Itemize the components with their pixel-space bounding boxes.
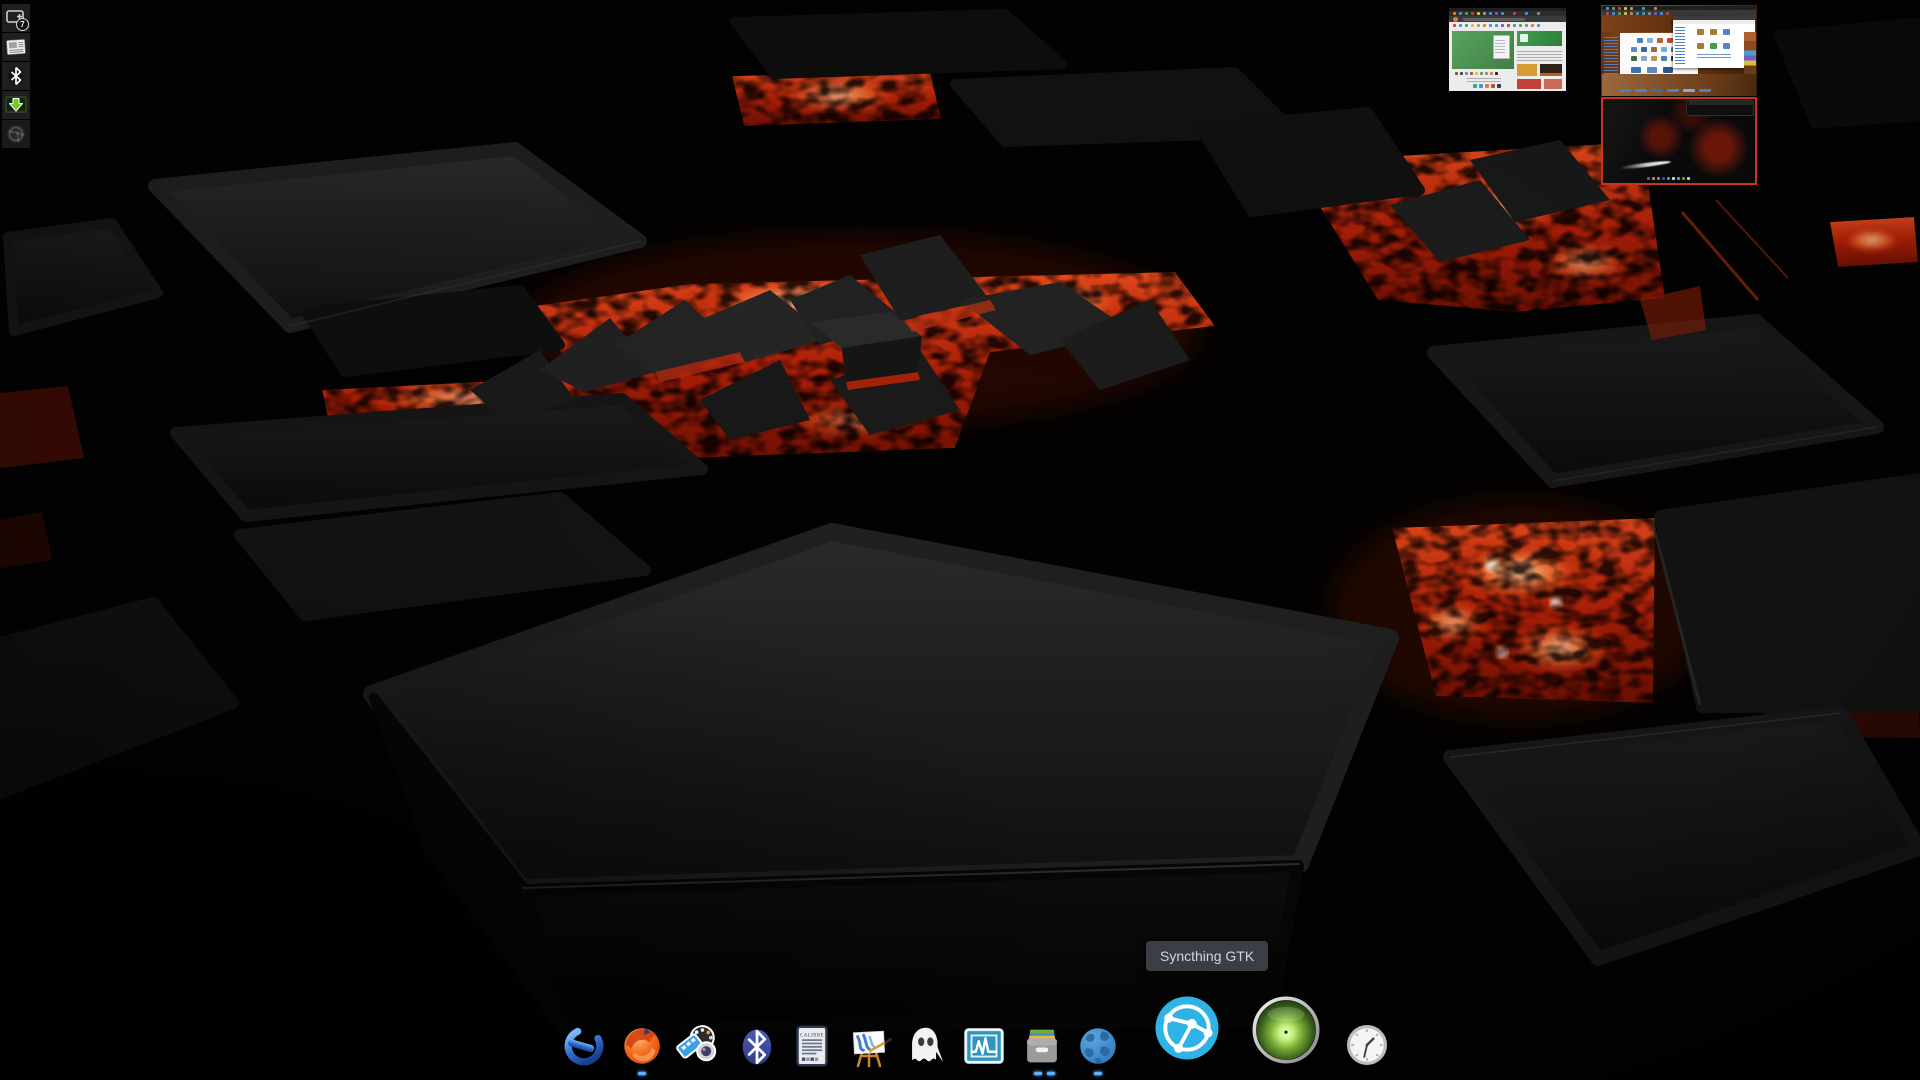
mini-tab-favicons xyxy=(1453,12,1456,15)
mini-url-pill xyxy=(1463,18,1525,21)
syncthing-dim-icon xyxy=(7,125,25,143)
waveform-monitor-icon xyxy=(964,1028,1004,1064)
ebook-reader-icon: CALIBRE xyxy=(796,1025,828,1067)
bluetooth-icon xyxy=(742,1029,772,1065)
mini2-gallery-row-2 xyxy=(1631,47,1637,52)
green-download-arrow-icon xyxy=(5,96,27,113)
mini2-gallery-row-1 xyxy=(1637,38,1643,43)
mini2-fm-toolbar xyxy=(1673,20,1755,24)
workspace-thumbnail-2[interactable] xyxy=(1601,5,1757,96)
dock-item-web-browser[interactable] xyxy=(1074,1022,1122,1070)
running-indicator-web-browser xyxy=(1094,1072,1102,1075)
mini2-fm-folders-1 xyxy=(1697,29,1704,35)
dock-item-calibre-viewer[interactable]: CALIBRE xyxy=(788,1022,836,1070)
newspaper-icon xyxy=(6,39,26,55)
mini2-fm-folders-2 xyxy=(1697,43,1704,49)
mini-pink-block xyxy=(1544,79,1562,89)
dock-item-firefox[interactable] xyxy=(618,1022,666,1070)
mini-menu-lines xyxy=(1495,38,1505,53)
mini2-right-strip xyxy=(1744,32,1756,74)
mini-app-icon-row xyxy=(1455,72,1458,75)
dock-tooltip: Syncthing GTK xyxy=(1146,941,1269,971)
dock-item-clock[interactable] xyxy=(1344,1022,1390,1068)
dock-item-ghostwriter[interactable] xyxy=(902,1022,950,1070)
mini-share-buttons xyxy=(1473,84,1477,88)
mini-caption-lines xyxy=(1467,77,1501,82)
desktop: 7 CALIBRE Syncthing GTK xyxy=(0,0,1920,1080)
ghost-icon xyxy=(912,1027,944,1063)
workspace-thumbnail-active[interactable] xyxy=(1601,97,1757,185)
enlightenment-e-icon xyxy=(564,1026,604,1066)
mini-ad-thumb-2 xyxy=(1540,64,1562,76)
green-orb-icon xyxy=(1252,996,1320,1064)
workspace-thumbnail-1[interactable] xyxy=(1449,8,1566,91)
systray-item-news-reader[interactable] xyxy=(2,33,30,61)
systray-item-screenshot-tool[interactable]: 7 xyxy=(2,4,30,32)
dock-item-bluetooth[interactable] xyxy=(734,1024,780,1070)
mini2-bottom-band xyxy=(1602,74,1756,96)
systray-item-bluetooth[interactable] xyxy=(2,62,30,90)
dock-item-media-player[interactable] xyxy=(674,1020,724,1070)
systray-panel: 7 xyxy=(2,4,30,148)
mini2-gallery-row-3 xyxy=(1631,56,1637,61)
running-indicator-file-cabinet-2 xyxy=(1047,1072,1055,1075)
dock-item-syncthing[interactable] xyxy=(1152,993,1222,1063)
dock: CALIBRE Syncthing GTK xyxy=(0,941,1920,1080)
easel-paint-icon xyxy=(852,1030,892,1068)
mini2-gallery-row-4 xyxy=(1631,67,1641,73)
screenshot-count-badge: 7 xyxy=(16,18,29,31)
globe-icon xyxy=(1080,1028,1116,1064)
mini2-fm-sidebar xyxy=(1675,26,1685,64)
file-cabinet-icon xyxy=(1027,1029,1057,1063)
dock-item-launcher[interactable] xyxy=(560,1022,608,1070)
mini-ad-thumb-1 xyxy=(1517,64,1537,76)
mini-logo-dot xyxy=(1453,17,1458,22)
syncthing-icon xyxy=(1155,996,1219,1060)
mini2-bottom-toolbar xyxy=(1619,89,1631,92)
mini3-swoosh xyxy=(1618,159,1672,171)
mini2-fm-labels xyxy=(1697,53,1731,58)
mini-red-block xyxy=(1517,79,1541,89)
media-player-icon xyxy=(676,1025,717,1062)
calibre-screen-label: CALIBRE xyxy=(800,1033,824,1038)
analog-clock-icon xyxy=(1346,1024,1388,1066)
mini3-window-titlebar xyxy=(1689,101,1753,105)
dock-item-green-orb-app[interactable] xyxy=(1250,994,1322,1066)
running-indicator-file-cabinet-1 xyxy=(1034,1072,1042,1075)
systray-item-download-manager[interactable] xyxy=(2,91,30,119)
dock-item-system-monitor[interactable] xyxy=(960,1022,1008,1070)
mini3-dock-dots xyxy=(1647,177,1650,180)
mini-bookmark-favicons xyxy=(1453,24,1456,27)
mini-sidebar-text xyxy=(1517,49,1562,61)
dock-item-file-cabinet[interactable] xyxy=(1018,1022,1066,1070)
dock-item-mypaint[interactable] xyxy=(844,1020,894,1070)
mini-banner-glyph xyxy=(1520,34,1528,42)
systray-item-syncthing-inactive[interactable] xyxy=(2,120,30,148)
bluetooth-icon xyxy=(8,66,24,86)
running-indicator-firefox xyxy=(638,1072,646,1075)
firefox-icon xyxy=(624,1027,660,1064)
